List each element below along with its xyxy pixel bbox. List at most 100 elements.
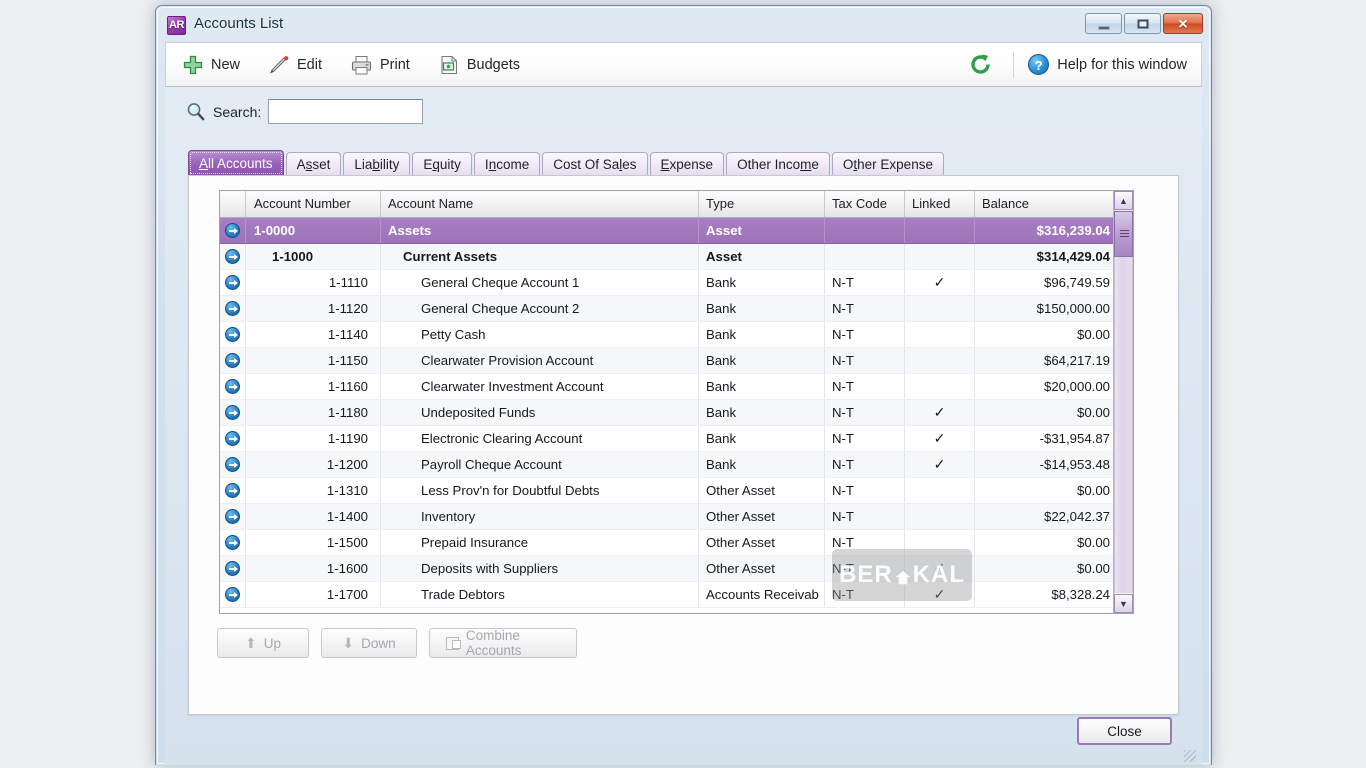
cell-account-name: General Cheque Account 2 xyxy=(381,296,699,321)
maximize-icon xyxy=(1137,19,1148,28)
row-detail-arrow-button[interactable] xyxy=(220,400,246,425)
row-detail-arrow-button[interactable] xyxy=(220,478,246,503)
tab-expense[interactable]: Expense xyxy=(649,152,725,176)
row-detail-arrow-button[interactable] xyxy=(220,452,246,477)
row-detail-arrow-button[interactable] xyxy=(220,504,246,529)
row-detail-arrow-button[interactable] xyxy=(220,426,246,451)
table-row[interactable]: 1-1200 Payroll Cheque Account Bank N-T ✓ -$14… xyxy=(220,452,1133,478)
grid-scrollbar[interactable]: ▲ ▼ xyxy=(1113,191,1133,613)
move-down-button[interactable]: ⬇ Down xyxy=(321,628,417,658)
arrow-right-circle-icon xyxy=(225,405,240,420)
table-row[interactable]: 1-1190 Electronic Clearing Account Bank N-T… xyxy=(220,426,1133,452)
tab-cost-of-sales[interactable]: Cost Of Sales xyxy=(542,152,648,176)
new-button[interactable]: New xyxy=(170,45,252,85)
cell-linked: ✓ xyxy=(905,400,975,425)
table-row[interactable]: 1-1700 Trade Debtors Accounts Receivab N-T ✓… xyxy=(220,582,1133,608)
cell-balance: $150,000.00 xyxy=(1036,301,1110,316)
tab-all-accounts[interactable]: All Accounts xyxy=(188,150,284,176)
cell-linked xyxy=(905,504,975,529)
table-row[interactable]: 1-1500 Prepaid Insurance Other Asset N-T $0.… xyxy=(220,530,1133,556)
cell-tax-code xyxy=(825,218,905,243)
table-row[interactable]: 1-1140 Petty Cash Bank N-T $0.00 xyxy=(220,322,1133,348)
row-detail-arrow-button[interactable] xyxy=(220,322,246,347)
row-detail-arrow-button[interactable] xyxy=(220,296,246,321)
title-bar[interactable]: AR Accounts List ✕ xyxy=(156,6,1211,44)
cell-account-number: 1-1200 xyxy=(246,452,381,477)
resize-grip[interactable] xyxy=(1184,750,1196,762)
cell-account-name: Petty Cash xyxy=(381,322,699,347)
grid-body: 1-0000 Assets Asset $316,239.04 1-1000 Curren… xyxy=(220,218,1133,613)
cell-type: Other Asset xyxy=(699,478,825,503)
cell-balance: -$31,954.87 xyxy=(1039,431,1110,446)
tab-other-income[interactable]: Other Income xyxy=(726,152,830,176)
table-row[interactable]: 1-1110 General Cheque Account 1 Bank N-T ✓ $9… xyxy=(220,270,1133,296)
cell-linked: ✓ xyxy=(905,270,975,295)
cell-account-name: Less Prov'n for Doubtful Debts xyxy=(381,478,699,503)
table-row[interactable]: 1-1310 Less Prov'n for Doubtful Debts Othe… xyxy=(220,478,1133,504)
scroll-down-button[interactable]: ▼ xyxy=(1114,594,1133,613)
row-detail-arrow-button[interactable] xyxy=(220,374,246,399)
cell-balance: $0.00 xyxy=(1076,327,1110,342)
window-close-button[interactable]: ✕ xyxy=(1163,13,1203,34)
refresh-button[interactable] xyxy=(956,45,1005,85)
cell-type: Bank xyxy=(699,400,825,425)
column-header-linked[interactable]: Linked xyxy=(905,191,975,217)
help-button[interactable]: ? Help for this window xyxy=(1022,45,1201,85)
row-detail-arrow-button[interactable] xyxy=(220,244,246,269)
row-detail-arrow-button[interactable] xyxy=(220,556,246,581)
combine-accounts-button[interactable]: Combine Accounts xyxy=(429,628,577,658)
cell-type: Asset xyxy=(699,244,825,269)
arrow-right-circle-icon xyxy=(225,431,240,446)
cell-tax-code: N-T xyxy=(825,556,905,581)
move-up-button[interactable]: ⬆ Up xyxy=(217,628,309,658)
tab-income[interactable]: Income xyxy=(473,152,541,176)
scroll-up-button[interactable]: ▲ xyxy=(1114,191,1133,210)
print-button[interactable]: Print xyxy=(338,45,422,85)
cell-linked: ✓ xyxy=(905,556,975,581)
table-row[interactable]: 1-0000 Assets Asset $316,239.04 xyxy=(220,218,1133,244)
cell-tax-code: N-T xyxy=(825,426,905,451)
cell-type: Bank xyxy=(699,348,825,373)
cell-account-name: Undeposited Funds xyxy=(381,400,699,425)
column-header-account-name[interactable]: Account Name xyxy=(381,191,699,217)
minimize-button[interactable] xyxy=(1085,13,1122,34)
row-detail-arrow-button[interactable] xyxy=(220,530,246,555)
cell-tax-code: N-T xyxy=(825,582,905,607)
table-row[interactable]: 1-1120 General Cheque Account 2 Bank N-T $15… xyxy=(220,296,1133,322)
scrollbar-thumb[interactable] xyxy=(1114,211,1133,257)
row-detail-arrow-button[interactable] xyxy=(220,270,246,295)
column-header-type[interactable]: Type xyxy=(699,191,825,217)
row-detail-arrow-button[interactable] xyxy=(220,218,246,243)
column-header-tax-code[interactable]: Tax Code xyxy=(825,191,905,217)
column-header-account-number[interactable]: Account Number xyxy=(246,191,381,217)
cell-linked xyxy=(905,296,975,321)
maximize-button[interactable] xyxy=(1124,13,1161,34)
arrow-right-circle-icon xyxy=(225,353,240,368)
tab-asset[interactable]: Asset xyxy=(285,152,342,176)
tab-other-expense[interactable]: Other Expense xyxy=(831,152,944,176)
column-header-balance[interactable]: Balance xyxy=(975,191,1120,217)
cell-type: Accounts Receivab xyxy=(699,582,825,607)
cell-linked xyxy=(905,218,975,243)
table-row[interactable]: 1-1180 Undeposited Funds Bank N-T ✓ $0.00 xyxy=(220,400,1133,426)
budgets-button[interactable]: Budgets xyxy=(426,45,532,85)
table-row[interactable]: 1-1000 Current Assets Asset $314,429.04 xyxy=(220,244,1133,270)
arrow-up-icon: ⬆ xyxy=(245,634,257,651)
edit-button[interactable]: Edit xyxy=(256,45,334,85)
cell-account-name: Clearwater Investment Account xyxy=(381,374,699,399)
cell-linked: ✓ xyxy=(905,452,975,477)
table-row[interactable]: 1-1400 Inventory Other Asset N-T $22,042.37 xyxy=(220,504,1133,530)
budgets-icon xyxy=(441,55,457,74)
close-button[interactable]: Close xyxy=(1077,717,1172,745)
table-row[interactable]: 1-1600 Deposits with Suppliers Other Asset… xyxy=(220,556,1133,582)
row-detail-arrow-button[interactable] xyxy=(220,348,246,373)
table-row[interactable]: 1-1160 Clearwater Investment Account Bank N… xyxy=(220,374,1133,400)
tab-liability[interactable]: Liability xyxy=(343,152,411,176)
table-row[interactable]: 1-1150 Clearwater Provision Account Bank N-… xyxy=(220,348,1133,374)
tab-equity[interactable]: Equity xyxy=(412,152,472,176)
search-input[interactable] xyxy=(268,99,424,124)
scrollbar-track[interactable] xyxy=(1114,257,1133,593)
tab-label: Income xyxy=(484,157,530,172)
cell-balance: $22,042.37 xyxy=(1043,509,1110,524)
row-detail-arrow-button[interactable] xyxy=(220,582,246,607)
